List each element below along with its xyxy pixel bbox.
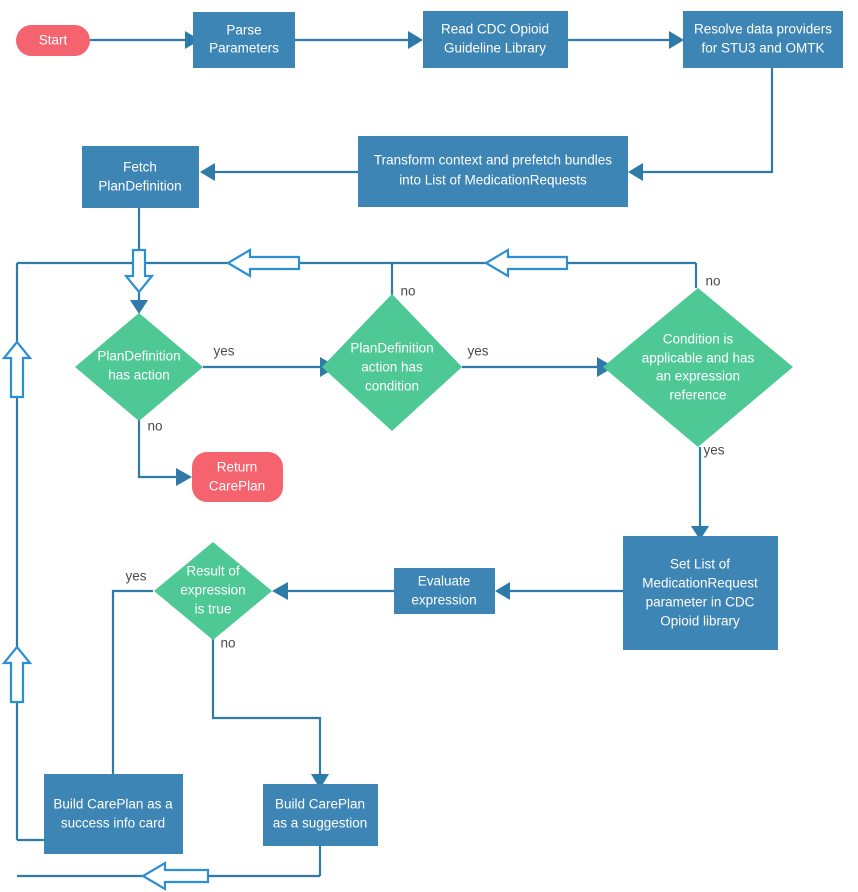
node-parse-parameters[interactable]: Parse Parameters [193, 12, 295, 68]
arrowhead-setlist-to-evaluate [495, 582, 510, 600]
plandefinition-has-action-label-line1: PlanDefinition [97, 349, 180, 364]
arrowhead-transform-to-fetch [200, 163, 215, 181]
arrowhead-evaluate-to-result [272, 582, 288, 600]
arrowhead-fetch-to-hasaction [130, 300, 148, 314]
build-success-info-card-shape [44, 774, 183, 854]
set-medicationrequest-list-label-line1: Set List of [670, 557, 730, 572]
resolve-data-providers-label-line1: Resolve data providers [694, 22, 832, 37]
resolve-data-providers-shape [683, 11, 843, 68]
plandefinition-action-has-condition-label-line2: action has [361, 360, 423, 375]
edge-label-result-yes: yes [125, 569, 146, 584]
edge-label-condapplicable-no: no [705, 274, 720, 289]
condition-applicable-shape [603, 288, 793, 447]
loop-arrow-left-bus-a-icon [225, 248, 301, 278]
set-medicationrequest-list-label-line3: parameter in CDC [646, 595, 755, 610]
evaluate-expression-label-line1: Evaluate [418, 574, 471, 589]
loop-arrow-up-upper-icon [1, 340, 33, 399]
resolve-data-providers-label-line2: for STU3 and OMTK [701, 41, 824, 56]
result-of-expression-label-line1: Result of [186, 564, 240, 579]
read-cdc-library-shape [423, 11, 568, 68]
edge-resolve-to-transform [643, 68, 774, 174]
node-build-success-info-card[interactable]: Build CarePlan as a success info card [44, 774, 183, 854]
parse-parameters-label-line1: Parse [226, 23, 261, 38]
arrowhead-hasaction-no [176, 468, 192, 486]
arrowhead-parse-to-read [408, 31, 423, 49]
flowchart-diagram: has condition --> Return CarePlan --> up… [0, 0, 858, 892]
node-read-cdc-library[interactable]: Read CDC Opioid Guideline Library [423, 11, 568, 68]
edge-result-yes [111, 589, 153, 774]
loop-arrow-up-lower-icon [1, 645, 33, 704]
node-result-of-expression[interactable]: Result of expression is true [154, 542, 272, 640]
loop-arrow-left-bus-b-icon [483, 248, 569, 278]
edge-label-result-no: no [220, 636, 235, 651]
return-careplan-label-line1: Return [217, 460, 258, 475]
arrowhead-read-to-resolve [669, 31, 684, 49]
fetch-plandefinition-shape [82, 146, 199, 208]
plandefinition-action-has-condition-label-line1: PlanDefinition [350, 341, 433, 356]
plandefinition-has-action-label-line2: has action [108, 368, 170, 383]
fetch-plandefinition-label-line2: PlanDefinition [98, 179, 181, 194]
edge-label-hasaction-no: no [147, 419, 162, 434]
result-of-expression-label-line2: expression [180, 583, 245, 598]
node-evaluate-expression[interactable]: Evaluate expression [394, 568, 495, 614]
transform-context-shape [358, 136, 628, 207]
transform-context-label-line2: into List of MedicationRequests [399, 173, 587, 188]
evaluate-expression-label-line2: expression [411, 593, 476, 608]
node-resolve-data-providers[interactable]: Resolve data providers for STU3 and OMTK [683, 11, 843, 68]
loop-arrow-down-icon [123, 248, 155, 294]
build-suggestion-label-line1: Build CarePlan [275, 797, 365, 812]
read-cdc-library-label-line1: Read CDC Opioid [441, 22, 549, 37]
read-cdc-library-label-line2: Guideline Library [444, 41, 546, 56]
node-return-careplan[interactable]: Return CarePlan [192, 452, 283, 502]
flowchart-canvas: has condition --> Return CarePlan --> up… [1, 11, 843, 891]
edge-label-hascondition-no: no [400, 284, 415, 299]
edge-label-hasaction-yes: yes [213, 344, 234, 359]
build-suggestion-label-line2: as a suggestion [273, 816, 368, 831]
loop-arrow-left-bottom-icon [140, 861, 210, 891]
edge-label-hascondition-yes: yes [467, 344, 488, 359]
condition-applicable-label-line3: an expression [656, 369, 740, 384]
edge-label-condapplicable-yes: yes [703, 443, 724, 458]
node-build-suggestion[interactable]: Build CarePlan as a suggestion [263, 784, 378, 846]
node-condition-applicable[interactable]: Condition is applicable and has an expre… [603, 288, 793, 447]
node-start[interactable]: Start [16, 25, 90, 56]
start-label: Start [39, 33, 68, 48]
plandefinition-action-has-condition-label-line3: condition [365, 379, 419, 394]
fetch-plandefinition-label-line1: Fetch [123, 160, 157, 175]
node-fetch-plandefinition[interactable]: Fetch PlanDefinition [82, 146, 199, 208]
build-success-info-card-label-line1: Build CarePlan as a [53, 797, 173, 812]
build-success-info-card-label-line2: success info card [61, 816, 165, 831]
return-careplan-label-line2: CarePlan [209, 479, 265, 494]
parse-parameters-label-line2: Parameters [209, 41, 279, 56]
condition-applicable-label-line2: applicable and has [642, 351, 755, 366]
set-medicationrequest-list-label-line4: Opioid library [660, 614, 740, 629]
node-transform-context[interactable]: Transform context and prefetch bundles i… [358, 136, 628, 207]
transform-context-label-line1: Transform context and prefetch bundles [374, 153, 612, 168]
node-plandefinition-action-has-condition[interactable]: PlanDefinition action has condition [322, 294, 462, 431]
set-medicationrequest-list-label-line2: MedicationRequest [642, 576, 758, 591]
node-set-medicationrequest-list[interactable]: Set List of MedicationRequest parameter … [623, 536, 778, 650]
arrowhead-resolve-to-transform [628, 163, 643, 181]
node-plandefinition-has-action[interactable]: PlanDefinition has action [75, 313, 203, 421]
result-of-expression-label-line3: is true [195, 602, 232, 617]
condition-applicable-label-line1: Condition is [663, 332, 734, 347]
condition-applicable-label-line4: reference [669, 388, 726, 403]
set-medicationrequest-list-shape [623, 536, 778, 650]
